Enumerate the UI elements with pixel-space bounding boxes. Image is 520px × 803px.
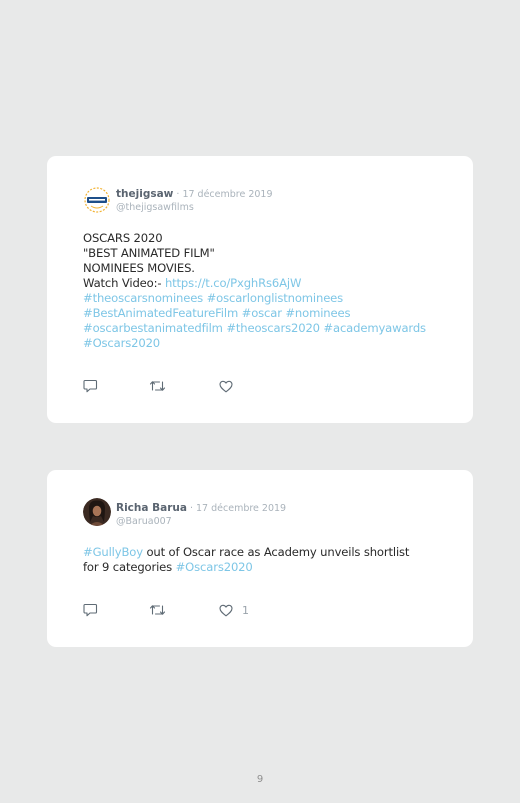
tweet-text-line: #BestAnimatedFeatureFilm #oscar #nominee… [83,306,453,321]
reply-icon [83,379,98,393]
reply-button[interactable] [83,603,98,617]
tweet-text-line: "BEST ANIMATED FILM" [83,246,453,261]
tweet-text-segment: Watch Video:- [83,276,165,290]
retweet-button[interactable] [149,603,166,617]
hashtag-link[interactable]: #Oscars2020 [176,560,253,574]
tweet-date[interactable]: 17 décembre 2019 [182,189,272,200]
hashtag-link[interactable]: #theoscarsnominees #oscarlonglistnominee… [83,291,343,305]
heart-icon [219,380,233,392]
tweet-header: thejigsaw · 17 décembre 2019 @thejigsawf… [116,185,273,214]
date-separator: · [186,503,197,514]
retweet-icon [149,605,166,615]
tweet-date[interactable]: 17 décembre 2019 [196,503,286,514]
tweet-text-line: #theoscarsnominees #oscarlonglistnominee… [83,291,453,306]
page-number: 9 [256,774,264,785]
thejigsaw-logo-icon [83,186,111,214]
author-handle[interactable]: @Barua007 [116,515,286,528]
hashtag-link[interactable]: #Oscars2020 [83,336,160,350]
tweet-text-line: for 9 categories #Oscars2020 [83,560,453,575]
tweet-card: Richa Barua · 17 décembre 2019 @Barua007… [47,470,473,647]
tweet-text: OSCARS 2020 "BEST ANIMATED FILM" NOMINEES … [83,231,453,351]
tweet-text-line: NOMINEES MOVIES. [83,261,453,276]
url-link[interactable]: https://t.co/PxghRs6AjW [165,276,302,290]
heart-icon [219,604,233,616]
hashtag-link[interactable]: #oscarbestanimatedfilm #theoscars2020 #a… [83,321,426,335]
avatar[interactable] [83,498,111,526]
hashtag-link[interactable]: #GullyBoy [83,545,143,559]
tweet-text: #GullyBoy out of Oscar race as Academy u… [83,545,453,575]
like-count: 1 [242,603,249,617]
tweet-header: Richa Barua · 17 décembre 2019 @Barua007 [116,499,286,528]
tweet-text-line: #Oscars2020 [83,336,453,351]
retweet-icon [149,381,166,391]
like-button[interactable]: 1 [219,603,249,617]
hashtag-link[interactable]: #BestAnimatedFeatureFilm #oscar #nominee… [83,306,350,320]
tweet-actions [83,379,283,393]
author-name[interactable]: thejigsaw [116,188,173,200]
tweet-actions: 1 [83,603,283,617]
retweet-button[interactable] [149,379,166,393]
tweet-text-line: OSCARS 2020 [83,231,453,246]
tweet-text-segment: OSCARS 2020 [83,231,163,245]
reply-button[interactable] [83,379,98,393]
tweet-text-line: #oscarbestanimatedfilm #theoscars2020 #a… [83,321,453,336]
tweet-text-line: Watch Video:- https://t.co/PxghRs6AjW [83,276,453,291]
tweet-text-segment: "BEST ANIMATED FILM" [83,246,215,260]
tweet-card: thejigsaw · 17 décembre 2019 @thejigsawf… [47,156,473,423]
tweet-text-line: #GullyBoy out of Oscar race as Academy u… [83,545,453,560]
author-name[interactable]: Richa Barua [116,502,187,514]
author-handle[interactable]: @thejigsawfilms [116,201,273,214]
avatar[interactable] [83,186,111,214]
like-button[interactable] [219,379,242,393]
tweet-text-segment: for 9 categories [83,560,176,574]
reply-icon [83,603,98,617]
tweet-text-segment: out of Oscar race as Academy unveils sho… [142,545,410,559]
tweet-text-segment: NOMINEES MOVIES. [83,261,195,275]
user-photo-icon [83,498,111,526]
